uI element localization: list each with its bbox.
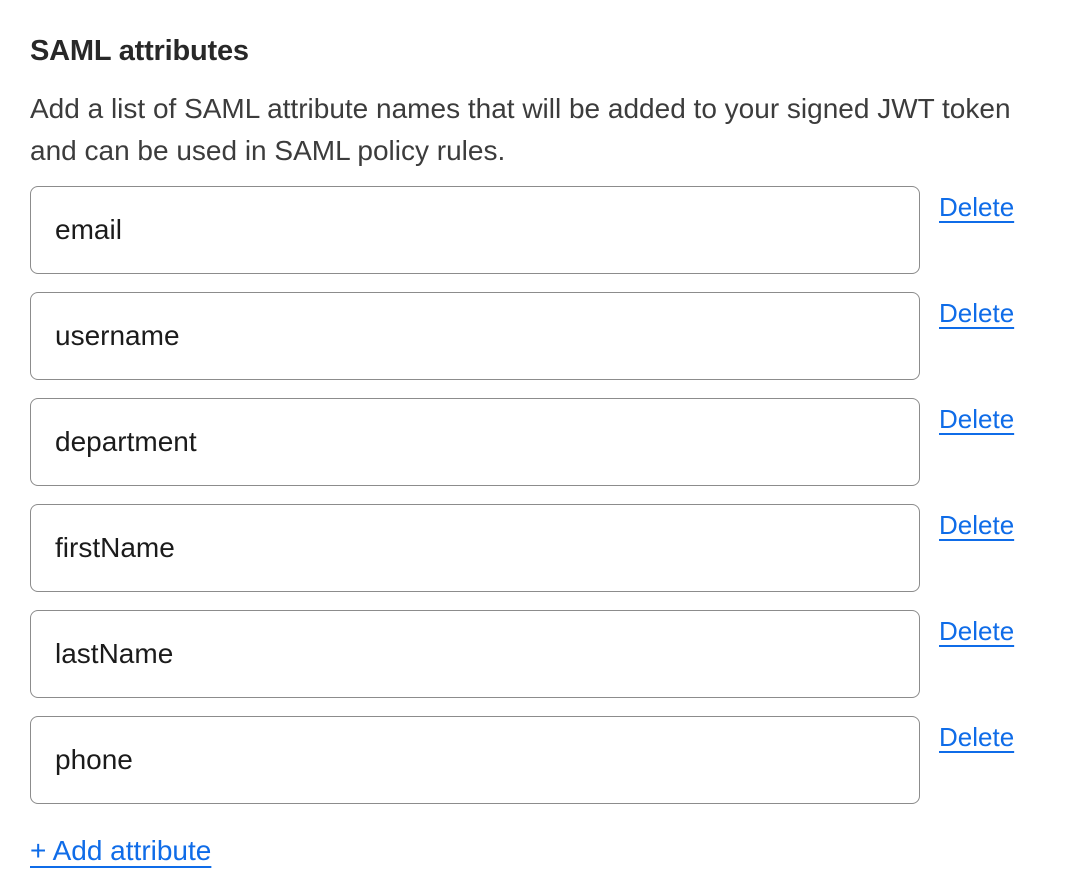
attribute-input[interactable] bbox=[30, 398, 920, 486]
delete-link[interactable]: Delete bbox=[939, 511, 1014, 539]
attribute-input[interactable] bbox=[30, 292, 920, 380]
attribute-input[interactable] bbox=[30, 716, 920, 804]
delete-link[interactable]: Delete bbox=[939, 617, 1014, 645]
page-title: SAML attributes bbox=[30, 36, 1040, 66]
delete-link[interactable]: Delete bbox=[939, 723, 1014, 751]
attribute-row: Delete bbox=[30, 398, 1040, 486]
add-attribute-link[interactable]: + Add attribute bbox=[30, 834, 211, 868]
delete-link[interactable]: Delete bbox=[939, 193, 1014, 221]
attribute-input[interactable] bbox=[30, 504, 920, 592]
delete-link[interactable]: Delete bbox=[939, 299, 1014, 327]
attribute-input[interactable] bbox=[30, 610, 920, 698]
section-description: Add a list of SAML attribute names that … bbox=[30, 88, 1038, 172]
saml-attributes-section: SAML attributes Add a list of SAML attri… bbox=[0, 0, 1066, 868]
attribute-row: Delete bbox=[30, 610, 1040, 698]
delete-link[interactable]: Delete bbox=[939, 405, 1014, 433]
attribute-row: Delete bbox=[30, 716, 1040, 804]
attribute-row: Delete bbox=[30, 292, 1040, 380]
attribute-input[interactable] bbox=[30, 186, 920, 274]
attribute-row: Delete bbox=[30, 504, 1040, 592]
attribute-row: Delete bbox=[30, 186, 1040, 274]
